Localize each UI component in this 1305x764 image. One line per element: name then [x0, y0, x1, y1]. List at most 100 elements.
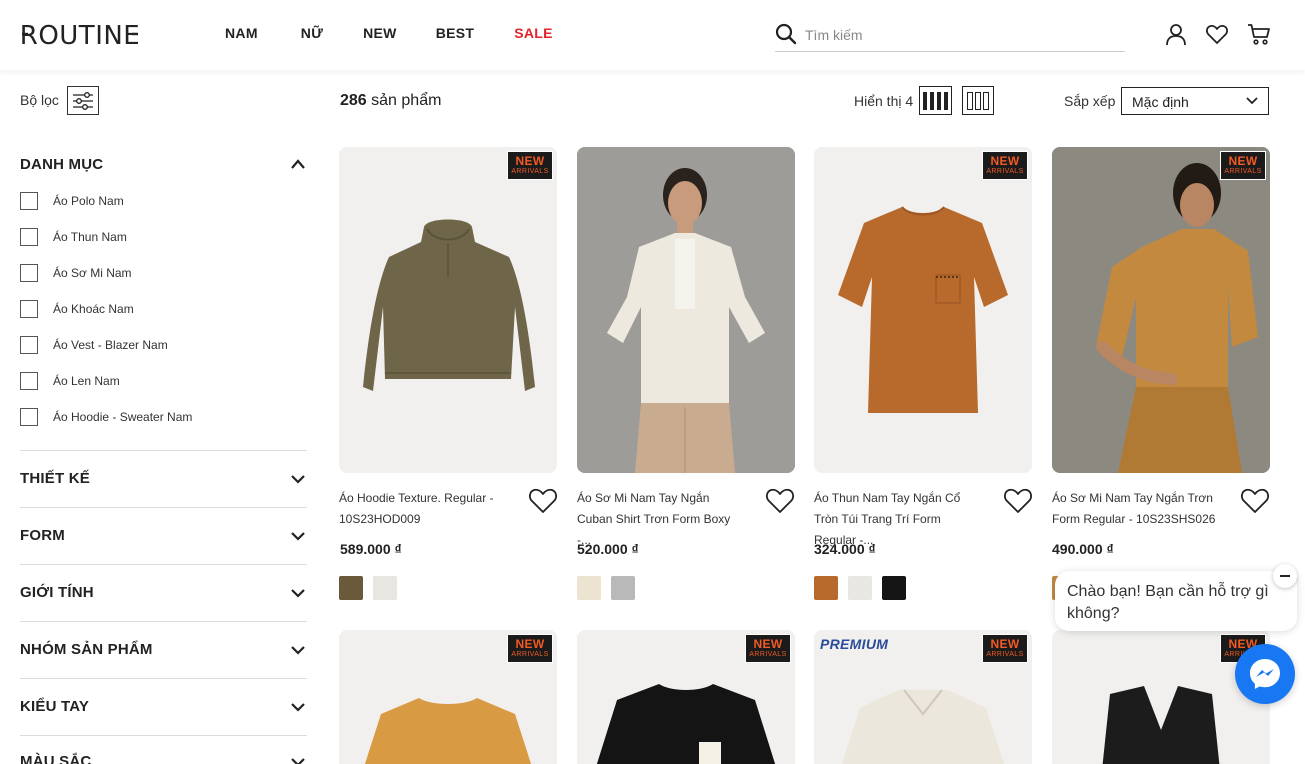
nav-new[interactable]: NEW [363, 25, 397, 41]
checkbox[interactable] [20, 228, 38, 246]
checkbox[interactable] [20, 264, 38, 282]
sort-select[interactable]: Mặc định [1121, 87, 1269, 115]
category-vest-blazer[interactable]: Áo Vest - Blazer Nam [20, 336, 168, 354]
filter-section-form[interactable]: FORM [20, 527, 65, 544]
new-arrivals-badge: NEWARRIVALS [982, 634, 1028, 663]
category-label: Áo Polo Nam [53, 194, 124, 208]
product-name[interactable]: Áo Sơ Mi Nam Tay Ngắn Trơn Form Regular … [1052, 488, 1220, 530]
chevron-down-icon [1246, 97, 1258, 105]
search-icon[interactable] [775, 23, 797, 45]
product-image[interactable]: PREMIUM NEW ARRIVALS [814, 630, 1032, 764]
chevron-up-icon[interactable] [290, 158, 306, 170]
heart-icon[interactable] [765, 486, 795, 514]
color-swatch[interactable] [339, 576, 363, 600]
heart-icon[interactable] [528, 486, 558, 514]
checkbox[interactable] [20, 372, 38, 390]
chevron-down-icon[interactable] [290, 701, 306, 713]
chat-greeting-bubble[interactable]: Chào bạn! Bạn cần hỗ trợ gì không? [1055, 571, 1297, 631]
wishlist-icon[interactable] [1205, 22, 1229, 46]
badge-line1: NEW [515, 154, 545, 168]
category-khoac[interactable]: Áo Khoác Nam [20, 300, 134, 318]
chevron-down-icon[interactable] [290, 587, 306, 599]
product-price: 490.000 ₫ [1052, 541, 1114, 557]
color-swatch[interactable] [373, 576, 397, 600]
product-image[interactable]: NEWARRIVALS [577, 630, 795, 764]
product-image[interactable] [577, 147, 795, 473]
chevron-down-icon[interactable] [290, 530, 306, 542]
messenger-button[interactable] [1235, 644, 1295, 704]
category-so-mi[interactable]: Áo Sơ Mi Nam [20, 264, 132, 282]
filter-section-gioi-tinh[interactable]: GIỚI TÍNH [20, 584, 94, 601]
color-swatch[interactable] [577, 576, 601, 600]
divider [20, 450, 307, 451]
product-price: 324.000 ₫ [814, 541, 876, 557]
new-arrivals-badge: NEWARRIVALS [1220, 151, 1266, 180]
chevron-down-icon[interactable] [290, 756, 306, 764]
product-name[interactable]: Áo Hoodie Texture. Regular - 10S23HOD009 [339, 488, 507, 530]
nav-nam[interactable]: NAM [225, 25, 258, 41]
badge-line1: NEW [515, 637, 545, 651]
cart-icon[interactable] [1247, 22, 1271, 46]
checkbox[interactable] [20, 336, 38, 354]
routine-logo[interactable]: ROUTINE [22, 18, 138, 50]
checkbox[interactable] [20, 192, 38, 210]
filter-section-kieu-tay[interactable]: KIỂU TAY [20, 698, 89, 715]
search-input[interactable] [805, 24, 1115, 46]
sliders-icon [73, 91, 93, 110]
sort-label: Sắp xếp [1064, 93, 1116, 109]
checkbox[interactable] [20, 408, 38, 426]
color-swatch[interactable] [814, 576, 838, 600]
chevron-down-icon[interactable] [290, 644, 306, 656]
nav-nu[interactable]: NỮ [301, 25, 323, 41]
filter-section-mau-sac[interactable]: MÀU SẮC [20, 753, 91, 764]
badge-line1: NEW [990, 637, 1020, 651]
category-polo[interactable]: Áo Polo Nam [20, 192, 124, 210]
color-swatch[interactable] [882, 576, 906, 600]
new-arrivals-badge: NEWARRIVALS [982, 151, 1028, 180]
grid-4-columns-button[interactable] [919, 86, 952, 115]
product-image[interactable]: NEWARRIVALS [339, 147, 557, 473]
chat-minimize-button[interactable] [1273, 564, 1297, 588]
category-thun[interactable]: Áo Thun Nam [20, 228, 127, 246]
color-swatch[interactable] [611, 576, 635, 600]
category-label: Áo Thun Nam [53, 230, 127, 244]
product-image[interactable]: NEWARRIVALS [814, 147, 1032, 473]
product-image[interactable]: NEWARRIVALS [1052, 630, 1270, 764]
new-arrivals-badge: NEWARRIVALS [507, 634, 553, 663]
search-bar [775, 20, 1125, 52]
model-cuban-shirt-image [577, 147, 795, 473]
color-swatch[interactable] [848, 576, 872, 600]
nav-best[interactable]: BEST [436, 25, 475, 41]
badge-line2: ARRIVALS [511, 168, 549, 175]
new-arrivals-badge: NEWARRIVALS [745, 634, 791, 663]
badge-line2: ARRIVALS [1224, 168, 1262, 175]
divider [20, 507, 307, 508]
filter-section-thiet-ke[interactable]: THIẾT KẾ [20, 470, 90, 487]
new-arrivals-badge: NEWARRIVALS [507, 151, 553, 180]
nav-sale[interactable]: SALE [514, 25, 553, 41]
product-price: 520.000 ₫ [577, 541, 639, 557]
checkbox[interactable] [20, 300, 38, 318]
category-label: Áo Sơ Mi Nam [53, 266, 132, 280]
category-label: Áo Hoodie - Sweater Nam [53, 410, 193, 424]
heart-icon[interactable] [1240, 486, 1270, 514]
category-label: Áo Vest - Blazer Nam [53, 338, 168, 352]
filter-section-nhom-san-pham[interactable]: NHÓM SẢN PHẨM [20, 641, 153, 658]
badge-line2: ARRIVALS [749, 651, 787, 658]
product-image[interactable]: NEWARRIVALS [1052, 147, 1270, 473]
user-icon[interactable] [1164, 22, 1188, 46]
badge-line1: NEW [753, 637, 783, 651]
category-title[interactable]: DANH MỤC [20, 156, 103, 173]
category-len[interactable]: Áo Len Nam [20, 372, 120, 390]
divider [20, 564, 307, 565]
minus-icon [1280, 575, 1290, 577]
tshirt-image [838, 206, 1008, 413]
filter-button[interactable] [67, 86, 99, 115]
product-image[interactable]: NEWARRIVALS [339, 630, 557, 764]
product-count: 286 sản phẩm [340, 92, 441, 110]
chevron-down-icon[interactable] [290, 473, 306, 485]
heart-icon[interactable] [1003, 486, 1033, 514]
messenger-icon [1250, 659, 1280, 689]
grid-3-columns-button[interactable] [962, 86, 994, 115]
category-hoodie-sweater[interactable]: Áo Hoodie - Sweater Nam [20, 408, 192, 426]
